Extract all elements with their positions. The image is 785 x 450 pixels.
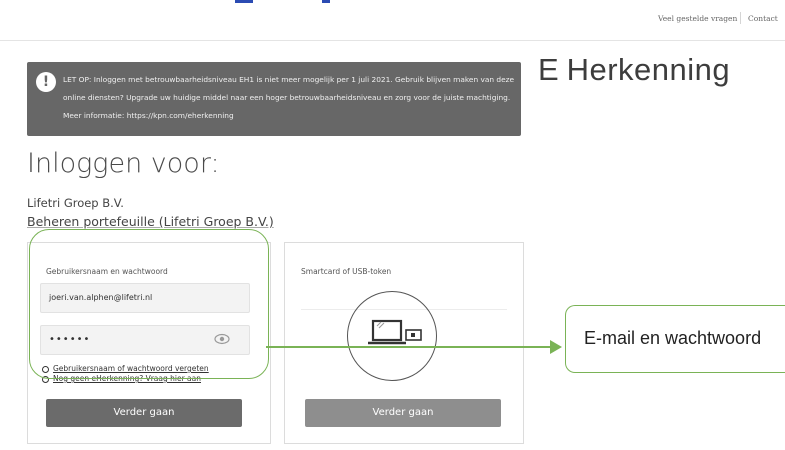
token-login-card: Smartcard of USB-token Verder gaan bbox=[284, 242, 524, 444]
callout-arrow-icon bbox=[550, 340, 562, 354]
faq-link[interactable]: Veel gestelde vragen bbox=[658, 14, 737, 23]
notice-banner: ! LET OP: Inloggen met betrouwbaarheidsn… bbox=[27, 62, 521, 136]
page-title: Inloggen voor: bbox=[27, 148, 220, 179]
top-accent-line bbox=[235, 0, 253, 3]
callout-box: E-mail en wachtwoord bbox=[565, 305, 785, 373]
callout-connector bbox=[266, 346, 551, 348]
contact-link[interactable]: Contact bbox=[748, 14, 778, 23]
laptop-smartcard-icon bbox=[368, 319, 422, 345]
highlight-frame bbox=[29, 229, 269, 379]
service-role-link[interactable]: Beheren portefeuille (Lifetri Groep B.V.… bbox=[27, 214, 274, 229]
continue-button-token[interactable]: Verder gaan bbox=[305, 399, 501, 427]
exclamation-icon: ! bbox=[36, 72, 56, 92]
callout-text: E-mail en wachtwoord bbox=[584, 328, 762, 348]
continue-button-password[interactable]: Verder gaan bbox=[46, 399, 242, 427]
header-separator bbox=[740, 12, 741, 24]
card-title: Smartcard of USB-token bbox=[301, 267, 392, 276]
organisation-name: Lifetri Groep B.V. bbox=[27, 196, 124, 210]
top-accent-line bbox=[322, 0, 330, 3]
eherkenning-logo: E Herkenning bbox=[538, 52, 730, 88]
logo-text: E Herkenning bbox=[538, 52, 731, 87]
notice-text: LET OP: Inloggen met betrouwbaarheidsniv… bbox=[63, 75, 515, 120]
